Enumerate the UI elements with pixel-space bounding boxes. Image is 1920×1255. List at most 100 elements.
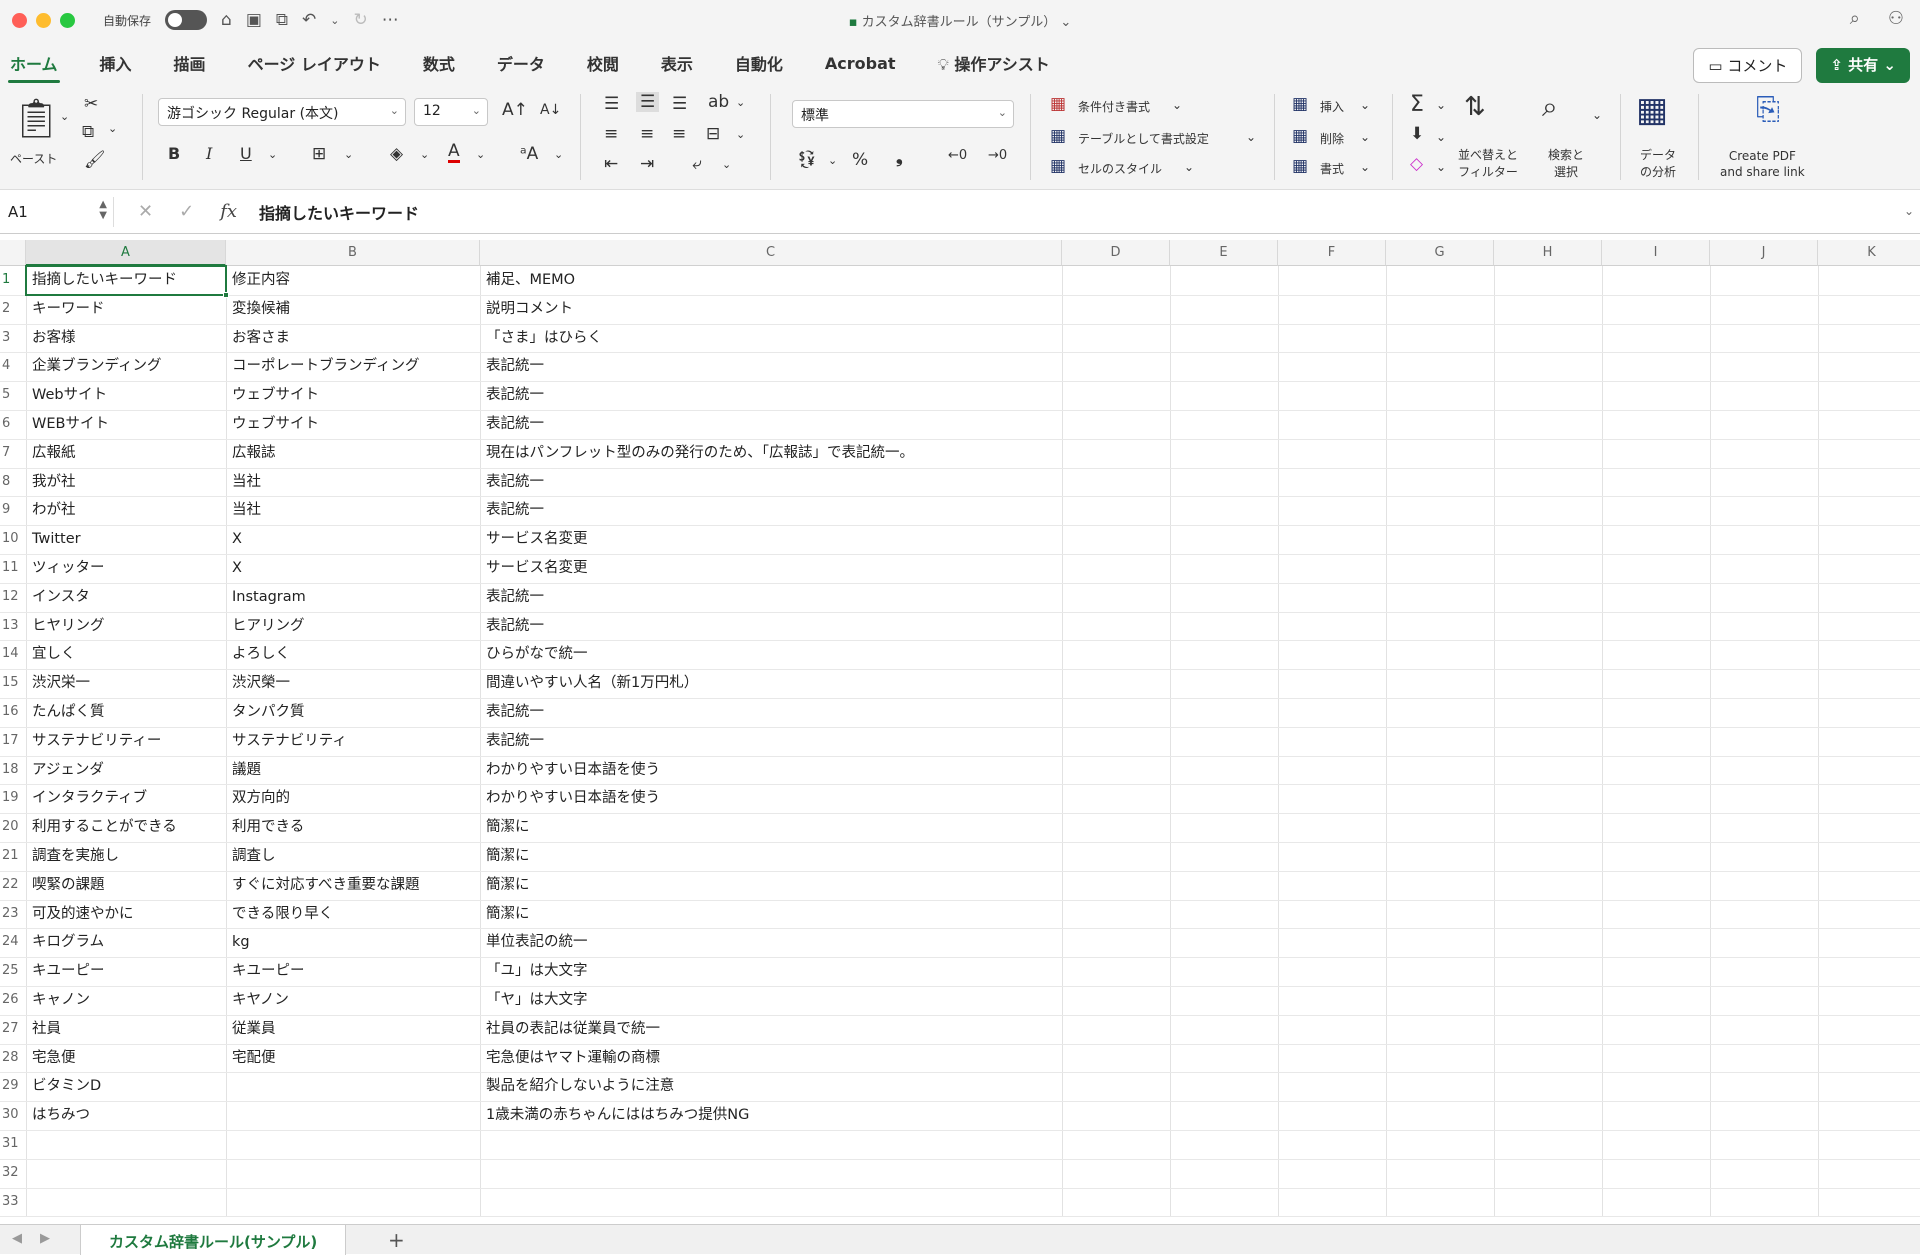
cell[interactable]: 社員 (32, 1015, 61, 1044)
borders-dropdown-icon[interactable]: ⌄ (344, 148, 353, 161)
cell[interactable]: 社員の表記は従業員で統一 (486, 1015, 660, 1044)
wrap-dropdown-icon[interactable]: ⌄ (722, 158, 731, 171)
name-box[interactable]: A1 ▲ ▼ (2, 196, 114, 227)
delete-cells-label[interactable]: 削除 (1320, 130, 1344, 147)
row-header[interactable]: 10 (0, 525, 26, 554)
cell-styles-label[interactable]: セルのスタイル (1078, 160, 1162, 177)
row-header[interactable]: 20 (0, 813, 26, 842)
cell[interactable]: WEBサイト (32, 410, 109, 439)
cell[interactable]: ひらがなで統一 (486, 640, 588, 669)
cell[interactable]: ウェブサイト (232, 381, 319, 410)
cell[interactable]: 可及的速やかに (32, 900, 134, 929)
cell[interactable]: キヤノン (232, 986, 289, 1015)
fill-handle[interactable] (223, 291, 229, 298)
number-format-select[interactable]: 標準 ⌄ (792, 100, 1014, 128)
format-table-icon[interactable]: ▦ (1050, 126, 1066, 146)
chevron-down-icon[interactable]: ⌄ (1592, 108, 1602, 122)
row-header[interactable]: 17 (0, 727, 26, 756)
cell[interactable]: タンパク質 (232, 698, 305, 727)
row-header[interactable]: 5 (0, 381, 26, 410)
cell[interactable]: 「ユ」は大文字 (486, 957, 588, 986)
align-right-icon[interactable]: ≡ (672, 124, 686, 144)
cell[interactable]: 広報紙 (32, 439, 76, 468)
cell[interactable]: X (232, 525, 242, 554)
paste-dropdown-icon[interactable]: ⌄ (60, 110, 69, 123)
cell[interactable]: キユーピー (232, 957, 305, 986)
row-header[interactable]: 6 (0, 410, 26, 439)
cell[interactable]: わかりやすい日本語を使う (486, 756, 660, 785)
tab-page-layout[interactable]: ページ レイアウト (246, 41, 383, 85)
merge-cells-icon[interactable]: ⊟ (706, 124, 720, 144)
fill-icon[interactable]: ⬇ (1410, 124, 1424, 144)
cell[interactable]: 調査し (232, 842, 276, 871)
row-header[interactable]: 1 (0, 266, 26, 295)
cell[interactable]: キユーピー (32, 957, 105, 986)
tab-data[interactable]: データ (495, 41, 547, 85)
chevron-down-icon[interactable]: ⌄ (1360, 98, 1370, 112)
select-all-corner[interactable] (0, 240, 26, 266)
cell[interactable]: 企業ブランディング (32, 352, 161, 381)
row-header[interactable]: 22 (0, 871, 26, 900)
cell[interactable]: わかりやすい日本語を使う (486, 784, 660, 813)
name-box-stepper-icon[interactable]: ▲ ▼ (99, 199, 107, 221)
chevron-down-icon[interactable]: ⌄ (1360, 130, 1370, 144)
cell[interactable]: お客様 (32, 324, 76, 353)
cell[interactable]: 喫緊の課題 (32, 871, 105, 900)
cell[interactable]: 当社 (232, 496, 261, 525)
decrease-decimal-icon[interactable]: →0 (988, 148, 1007, 163)
cell[interactable]: インタラクティブ (32, 784, 147, 813)
save-icon[interactable]: ▣ (246, 10, 262, 30)
minimize-window-button[interactable] (36, 12, 51, 28)
merge-dropdown-icon[interactable]: ⌄ (736, 128, 745, 141)
underline-dropdown-icon[interactable]: ⌄ (268, 148, 277, 161)
italic-button[interactable]: I (206, 144, 212, 163)
cell[interactable]: Twitter (32, 525, 81, 554)
row-header[interactable]: 23 (0, 900, 26, 929)
create-pdf-icon[interactable]: ⎘ (1756, 92, 1780, 127)
increase-decimal-icon[interactable]: ←0 (948, 148, 967, 163)
row-header[interactable]: 4 (0, 352, 26, 381)
insert-cells-icon[interactable]: ▦ (1292, 94, 1308, 114)
cancel-icon[interactable]: ✕ (138, 201, 153, 222)
row-header[interactable]: 29 (0, 1072, 26, 1101)
wrap-text-icon[interactable]: ⤶ (692, 154, 702, 174)
row-header[interactable]: 21 (0, 842, 26, 871)
row-header[interactable]: 19 (0, 784, 26, 813)
row-header[interactable]: 12 (0, 583, 26, 612)
cell[interactable]: 表記統一 (486, 496, 544, 525)
row-header[interactable]: 33 (0, 1188, 26, 1217)
align-top-icon[interactable]: ☰ (604, 94, 619, 114)
cell[interactable]: 「さま」はひらく (486, 324, 602, 353)
cell[interactable]: 現在はパンフレット型のみの発行のため、「広報誌」で表記統一。 (486, 439, 914, 468)
data-analysis-icon[interactable]: ▦ (1636, 90, 1668, 130)
bold-button[interactable]: B (168, 144, 180, 163)
row-header[interactable]: 2 (0, 295, 26, 324)
format-table-label[interactable]: テーブルとして書式設定 (1078, 130, 1209, 147)
row-header[interactable]: 24 (0, 928, 26, 957)
format-painter-icon[interactable]: 🖌︎ (84, 150, 106, 170)
orientation-icon[interactable]: ab (708, 92, 729, 112)
cell[interactable]: サービス名変更 (486, 525, 588, 554)
cell[interactable]: 利用できる (232, 813, 304, 842)
cell[interactable]: X (232, 554, 242, 583)
column-header[interactable]: K (1818, 240, 1920, 266)
tab-acrobat[interactable]: Acrobat (823, 44, 898, 83)
copy-icon[interactable]: ⧉ (82, 122, 94, 142)
chevron-down-icon[interactable]: ⌄ (1246, 130, 1256, 144)
undo-icon[interactable]: ↶ (302, 10, 316, 30)
accounting-dropdown-icon[interactable]: ⌄ (828, 154, 837, 167)
column-header[interactable]: D (1062, 240, 1170, 266)
cell[interactable]: キーワード (32, 295, 105, 324)
cell[interactable]: 補足、MEMO (486, 266, 575, 295)
chevron-down-icon[interactable]: ⌄ (1436, 160, 1446, 174)
cell[interactable]: 間違いやすい人名（新1万円札） (486, 669, 698, 698)
align-bottom-icon[interactable]: ☰ (672, 94, 687, 114)
cell[interactable]: 我が社 (32, 468, 76, 497)
row-header[interactable]: 16 (0, 698, 26, 727)
previous-sheet-icon[interactable]: ◀ (12, 1231, 22, 1246)
chevron-down-icon[interactable]: ⌄ (1436, 130, 1446, 144)
cell[interactable]: ツィッター (32, 554, 105, 583)
font-size-select[interactable]: 12 ⌄ (414, 98, 488, 126)
tab-insert[interactable]: 挿入 (98, 41, 134, 85)
cell[interactable]: 調査を実施し (32, 842, 119, 871)
